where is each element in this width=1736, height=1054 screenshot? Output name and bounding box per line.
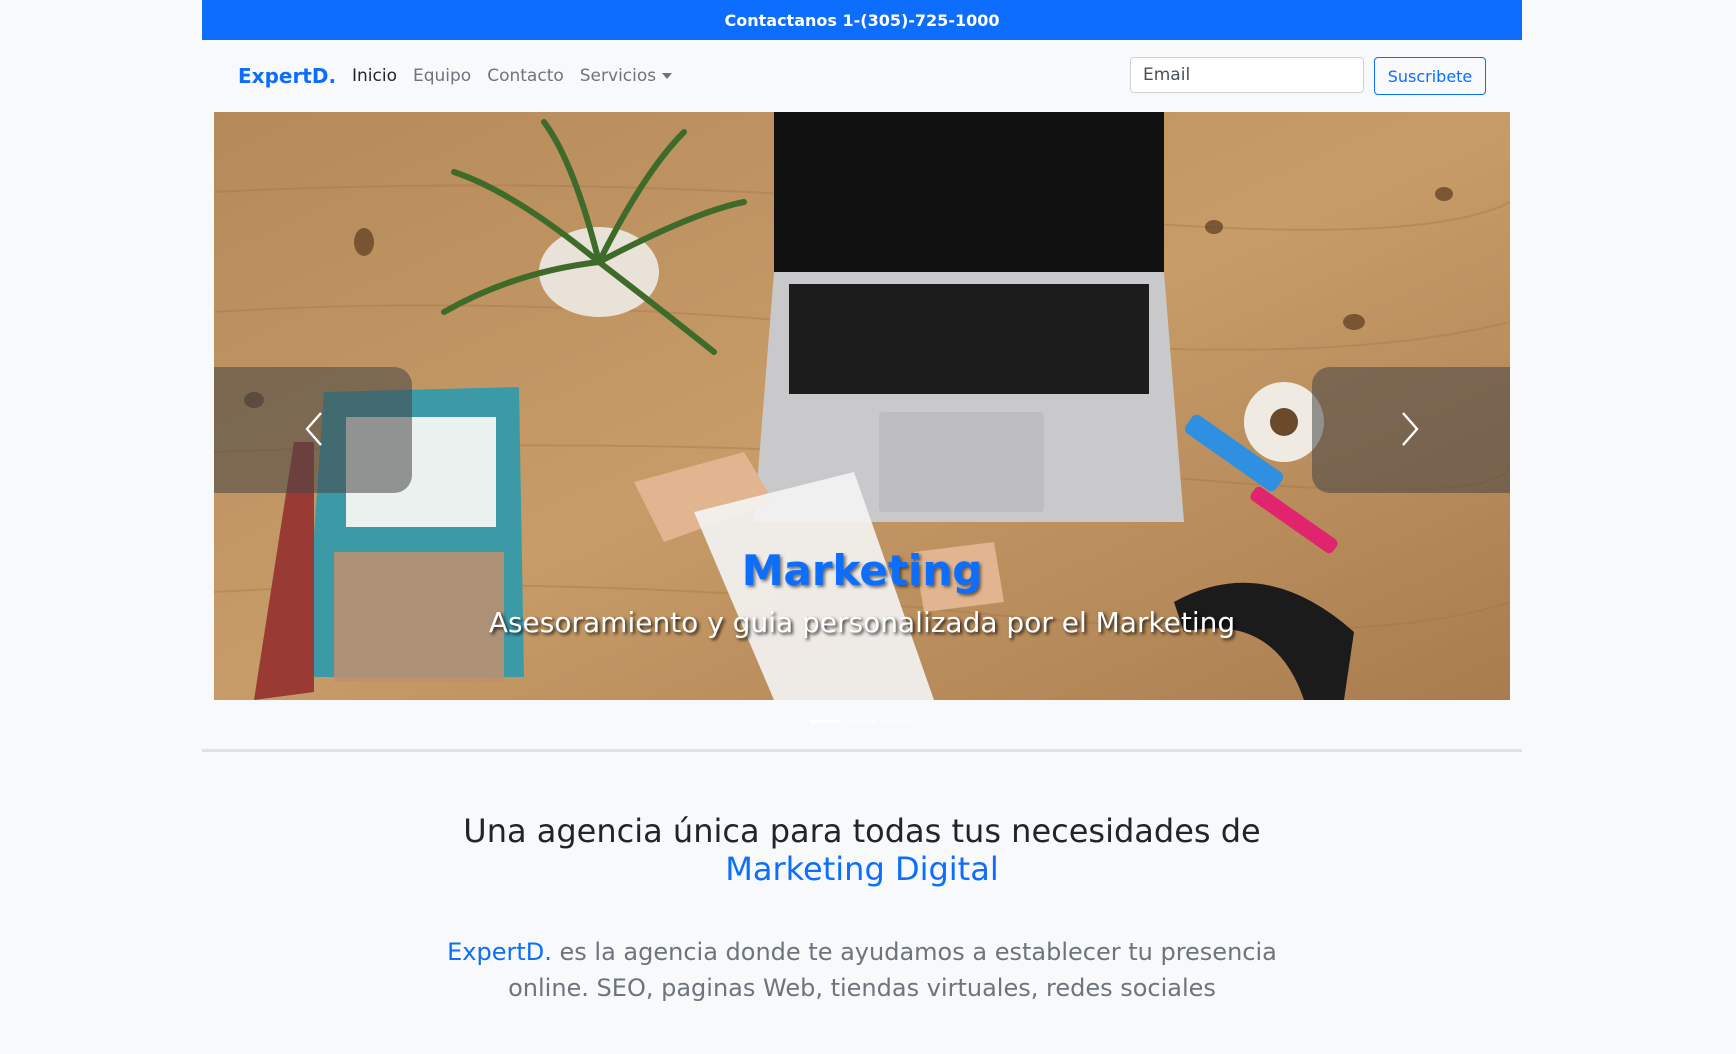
intro-brand: ExpertD. — [447, 938, 552, 966]
hero-headline-accent: Marketing Digital — [725, 850, 999, 888]
carousel-next-button[interactable] — [1312, 367, 1510, 493]
chevron-left-icon — [305, 412, 322, 446]
contact-banner-text: Contactanos 1-(305)-725-1000 — [724, 10, 1000, 30]
carousel-indicator[interactable] — [810, 720, 840, 723]
nav-links: Inicio Equipo Contacto Servicios — [352, 66, 673, 86]
intro-text-line1: es la agencia donde te ayudamos a establ… — [551, 938, 1277, 966]
carousel-caption-title: Marketing — [741, 546, 983, 595]
carousel-caption-text: Asesoramiento y guia personalizada por e… — [488, 606, 1236, 639]
email-input[interactable] — [1130, 57, 1364, 93]
carousel-prev-button[interactable] — [214, 367, 412, 493]
nav-link-contacto[interactable]: Contacto — [487, 66, 564, 86]
chevron-right-icon — [1402, 412, 1419, 446]
brand-logo[interactable]: ExpertD. — [238, 64, 336, 88]
intro-text-line2: online. SEO, paginas Web, tiendas virtua… — [508, 974, 1216, 1002]
hero-headline-text: Una agencia única para todas tus necesid… — [463, 812, 1261, 850]
nav-link-servicios: Servicios — [579, 66, 657, 86]
page-container: Contactanos 1-(305)-725-1000 ExpertD. In… — [202, 0, 1522, 1054]
hero-carousel: Marketing Asesoramiento y guia personali… — [214, 112, 1510, 700]
carousel-indicator[interactable] — [846, 720, 876, 723]
hero-headline: Una agencia única para todas tus necesid… — [202, 812, 1522, 888]
chevron-down-icon — [662, 73, 673, 79]
contact-banner: Contactanos 1-(305)-725-1000 — [202, 0, 1522, 40]
nav-dropdown-servicios[interactable]: Servicios — [579, 66, 673, 86]
nav-link-equipo[interactable]: Equipo — [413, 66, 471, 86]
carousel-indicator[interactable] — [882, 720, 912, 723]
subscribe-button[interactable]: Suscribete — [1374, 57, 1486, 95]
carousel-indicators — [810, 720, 912, 723]
intro-paragraph: ExpertD. es la agencia donde te ayudamos… — [402, 934, 1322, 1006]
nav-link-inicio[interactable]: Inicio — [352, 66, 397, 86]
section-divider — [202, 749, 1522, 752]
navbar: ExpertD. Inicio Equipo Contacto Servicio… — [202, 40, 1522, 112]
